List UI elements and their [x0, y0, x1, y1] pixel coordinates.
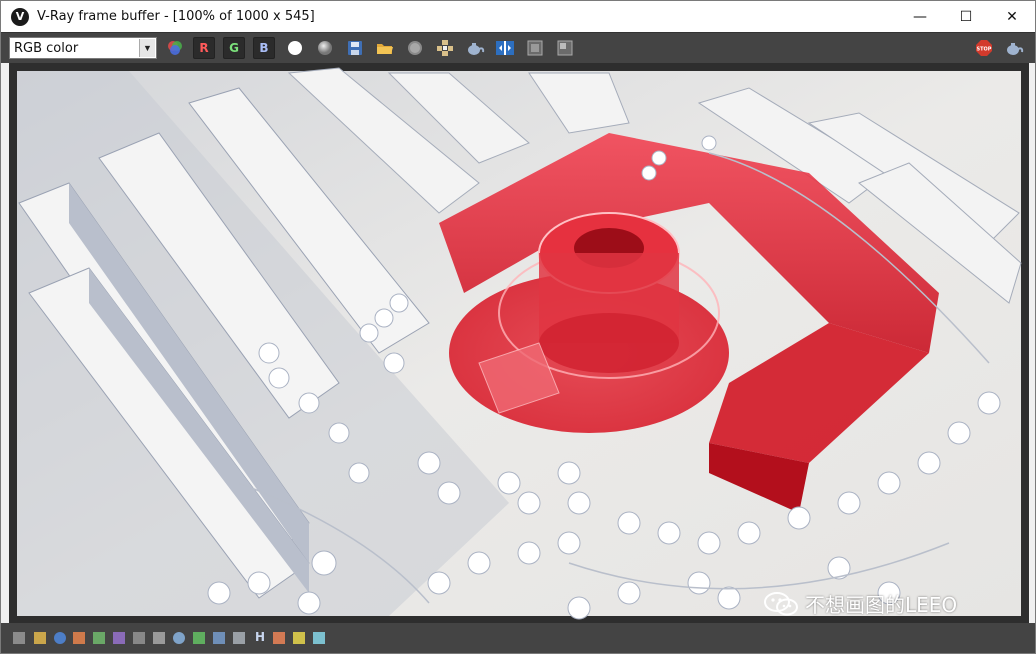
- exposure-icon[interactable]: [273, 632, 285, 644]
- channel-dropdown[interactable]: RGB color ▼: [9, 37, 157, 59]
- info-icon[interactable]: [54, 632, 66, 644]
- region-render-icon[interactable]: [524, 37, 546, 59]
- color-wheel-icon[interactable]: [164, 37, 186, 59]
- teapot-render-icon[interactable]: [464, 37, 486, 59]
- gray-circle-icon[interactable]: [314, 37, 336, 59]
- history-icon[interactable]: [554, 37, 576, 59]
- open-folder-icon[interactable]: [374, 37, 396, 59]
- sRGB-icon[interactable]: [233, 632, 245, 644]
- curves-icon[interactable]: [113, 632, 125, 644]
- red-channel-button[interactable]: R: [193, 37, 215, 59]
- track-mouse-icon[interactable]: [434, 37, 456, 59]
- vray-logo-icon: V: [11, 7, 29, 26]
- lens-effects-icon[interactable]: [153, 632, 165, 644]
- stop-icon[interactable]: STOP: [973, 37, 995, 59]
- blue-channel-label: B: [259, 41, 269, 55]
- lut-icon[interactable]: [34, 632, 46, 644]
- frame-icon[interactable]: [13, 632, 25, 644]
- white-circle-icon[interactable]: [284, 37, 306, 59]
- render-viewport[interactable]: [9, 63, 1029, 623]
- green-channel-label: G: [229, 41, 239, 55]
- window-title: V-Ray frame buffer - [100% of 1000 x 545…: [37, 9, 315, 24]
- watermark-text: 不想画图的LEEO: [805, 593, 958, 617]
- color-correct-icon[interactable]: [73, 632, 85, 644]
- clear-icon[interactable]: [404, 37, 426, 59]
- test-icon[interactable]: [293, 632, 305, 644]
- blue-channel-button[interactable]: B: [253, 37, 275, 59]
- watermark: 不想画图的LEEO: [763, 589, 957, 618]
- minimize-button[interactable]: —: [897, 1, 943, 32]
- background-icon[interactable]: [193, 632, 205, 644]
- svg-text:STOP: STOP: [977, 47, 992, 53]
- status-bar: H: [1, 623, 1035, 653]
- settings-icon[interactable]: [313, 632, 325, 644]
- red-channel-label: R: [199, 41, 209, 55]
- channel-dropdown-value: RGB color: [14, 40, 79, 56]
- h-icon[interactable]: H: [255, 630, 265, 644]
- vray-frame-buffer-window: V V-Ray frame buffer - [100% of 1000 x 5…: [0, 0, 1036, 654]
- title-bar[interactable]: V V-Ray frame buffer - [100% of 1000 x 5…: [1, 1, 1035, 32]
- green-channel-button[interactable]: G: [223, 37, 245, 59]
- window-controls: — ☐ ✕: [897, 1, 1035, 32]
- toolbar: RGB color ▼ R G B STOP: [1, 32, 1035, 63]
- wechat-icon: [764, 591, 798, 615]
- teapot-icon[interactable]: [1003, 37, 1025, 59]
- save-icon[interactable]: [344, 37, 366, 59]
- maximize-button[interactable]: ☐: [943, 1, 989, 32]
- graph-icon[interactable]: [213, 632, 225, 644]
- stamp-icon[interactable]: [173, 632, 185, 644]
- compare-icon[interactable]: [494, 37, 516, 59]
- histogram-icon[interactable]: [133, 632, 145, 644]
- chevron-down-icon[interactable]: ▼: [139, 39, 155, 57]
- levels-icon[interactable]: [93, 632, 105, 644]
- render-image: [17, 67, 1022, 620]
- close-button[interactable]: ✕: [989, 1, 1035, 32]
